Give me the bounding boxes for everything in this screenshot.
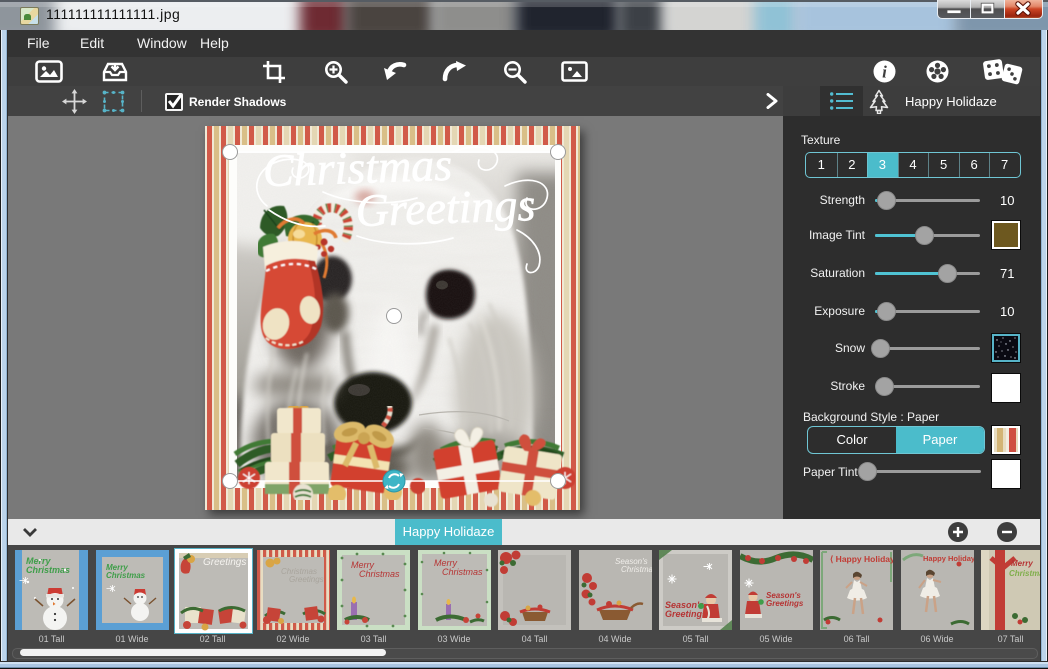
svg-text:⟨ Happy Holidays ⟩: ⟨ Happy Holidays ⟩ [830,554,893,564]
svg-text:Greetings: Greetings [766,599,804,608]
svg-text:Christmas: Christmas [1009,569,1040,578]
svg-text:Christmas: Christmas [621,565,652,574]
svg-text:Greetings: Greetings [289,575,324,584]
svg-text:Christmas: Christmas [359,569,400,579]
svg-text:Merry: Merry [1011,559,1033,568]
svg-text:Christmas: Christmas [442,567,483,577]
svg-text:Christmas: Christmas [106,571,146,580]
svg-text:i: i [882,63,887,82]
svg-text:Greetings: Greetings [665,609,707,619]
svg-text:Greetings: Greetings [203,557,246,568]
svg-text:Christmas: Christmas [26,565,70,575]
svg-text:Happy Holidays: Happy Holidays [923,554,974,563]
